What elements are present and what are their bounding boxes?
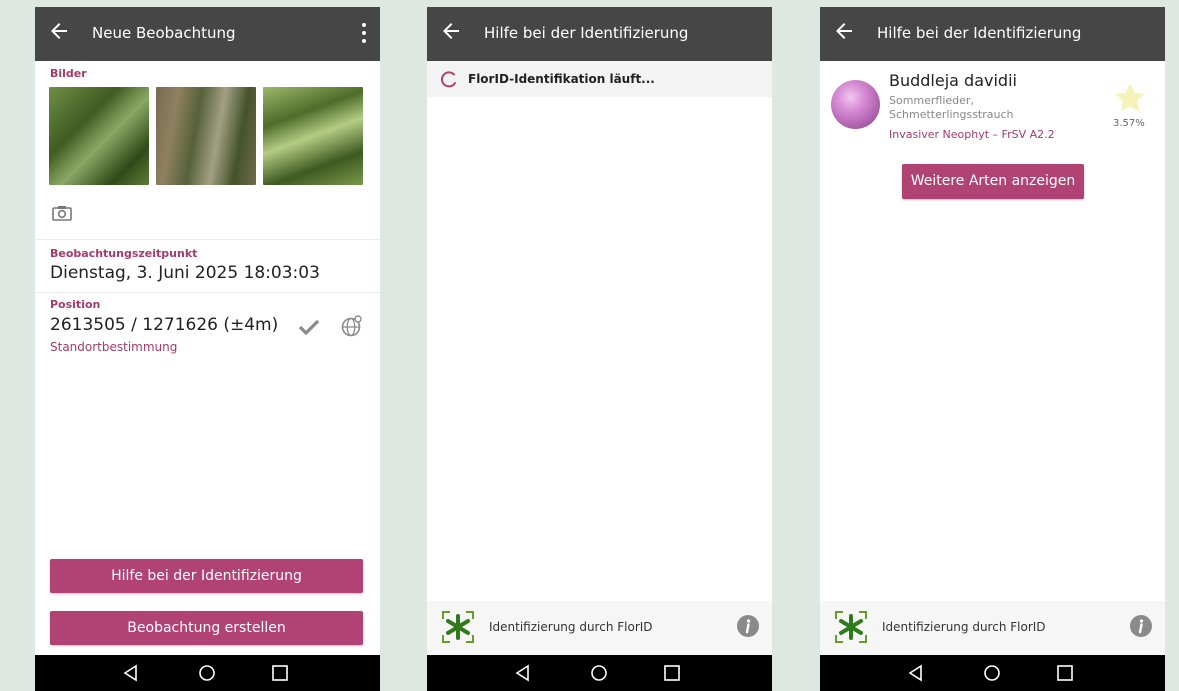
- globe-location-icon[interactable]: [340, 314, 364, 338]
- photo-thumbnail-3[interactable]: [263, 87, 363, 185]
- position-label: Position: [50, 298, 101, 311]
- position-value: 2613505 / 1271626 (±4m): [50, 315, 279, 335]
- info-icon[interactable]: [736, 614, 760, 638]
- progress-row: FlorID-Identifikation läuft...: [427, 61, 772, 97]
- back-arrow-icon[interactable]: [832, 19, 856, 43]
- app-bar: Neue Beobachtung: [35, 7, 380, 61]
- info-icon[interactable]: [1129, 614, 1153, 638]
- nav-back-icon[interactable]: [513, 663, 533, 683]
- camera-icon[interactable]: [52, 205, 72, 221]
- divider: [35, 292, 380, 293]
- divider: [35, 239, 380, 240]
- page-title: Hilfe bei der Identifizierung: [484, 24, 689, 42]
- show-more-species-button[interactable]: Weitere Arten anzeigen: [902, 164, 1084, 199]
- species-avatar: [831, 80, 880, 129]
- back-arrow-icon[interactable]: [47, 19, 71, 43]
- back-arrow-icon[interactable]: [439, 19, 463, 43]
- page-title: Hilfe bei der Identifizierung: [877, 24, 1082, 42]
- screen-identification-result: Hilfe bei der Identifizierung Buddleja d…: [820, 7, 1165, 691]
- invasive-status: Invasiver Neophyt – FrSV A2.2: [889, 128, 1055, 141]
- screen-new-observation: Neue Beobachtung Bilder Beobachtungszeit…: [35, 7, 380, 691]
- florid-attribution: Identifizierung durch FlorID: [882, 620, 1046, 634]
- create-observation-button[interactable]: Beobachtung erstellen: [50, 611, 363, 645]
- florid-logo-icon: [442, 611, 474, 643]
- time-value[interactable]: Dienstag, 3. Juni 2025 18:03:03: [50, 263, 320, 283]
- time-label: Beobachtungszeitpunkt: [50, 247, 198, 260]
- screen-identification-progress: Hilfe bei der Identifizierung FlorID-Ide…: [427, 7, 772, 691]
- location-determination-link[interactable]: Standortbestimmung: [50, 340, 177, 354]
- more-vert-icon[interactable]: [360, 21, 368, 45]
- nav-recents-icon[interactable]: [662, 663, 682, 683]
- page-title: Neue Beobachtung: [92, 24, 236, 42]
- star-icon: [1115, 83, 1145, 112]
- system-nav-bar: [820, 655, 1165, 691]
- identification-help-button[interactable]: Hilfe bei der Identifizierung: [50, 559, 363, 593]
- nav-recents-icon[interactable]: [1055, 663, 1075, 683]
- common-name-line-1: Sommerflieder,: [889, 94, 974, 107]
- species-name: Buddleja davidii: [889, 71, 1017, 90]
- florid-logo-icon: [835, 611, 867, 643]
- florid-footer: Identifizierung durch FlorID: [820, 601, 1165, 655]
- checkmark-icon[interactable]: [298, 318, 320, 336]
- system-nav-bar: [35, 655, 380, 691]
- progress-text: FlorID-Identifikation läuft...: [468, 72, 655, 86]
- photo-thumbnail-2[interactable]: [156, 87, 256, 185]
- florid-footer: Identifizierung durch FlorID: [427, 601, 772, 655]
- system-nav-bar: [427, 655, 772, 691]
- photo-thumbnail-1[interactable]: [49, 87, 149, 185]
- loading-spinner-icon: [441, 71, 456, 88]
- match-score: 3.57%: [1113, 118, 1145, 129]
- nav-home-icon[interactable]: [197, 663, 217, 683]
- app-bar: Hilfe bei der Identifizierung: [820, 7, 1165, 61]
- common-name-line-2: Schmetterlingsstrauch: [889, 108, 1014, 121]
- nav-back-icon[interactable]: [906, 663, 926, 683]
- florid-attribution: Identifizierung durch FlorID: [489, 620, 653, 634]
- nav-home-icon[interactable]: [589, 663, 609, 683]
- nav-back-icon[interactable]: [121, 663, 141, 683]
- nav-recents-icon[interactable]: [270, 663, 290, 683]
- nav-home-icon[interactable]: [982, 663, 1002, 683]
- app-bar: Hilfe bei der Identifizierung: [427, 7, 772, 61]
- images-label: Bilder: [50, 67, 87, 80]
